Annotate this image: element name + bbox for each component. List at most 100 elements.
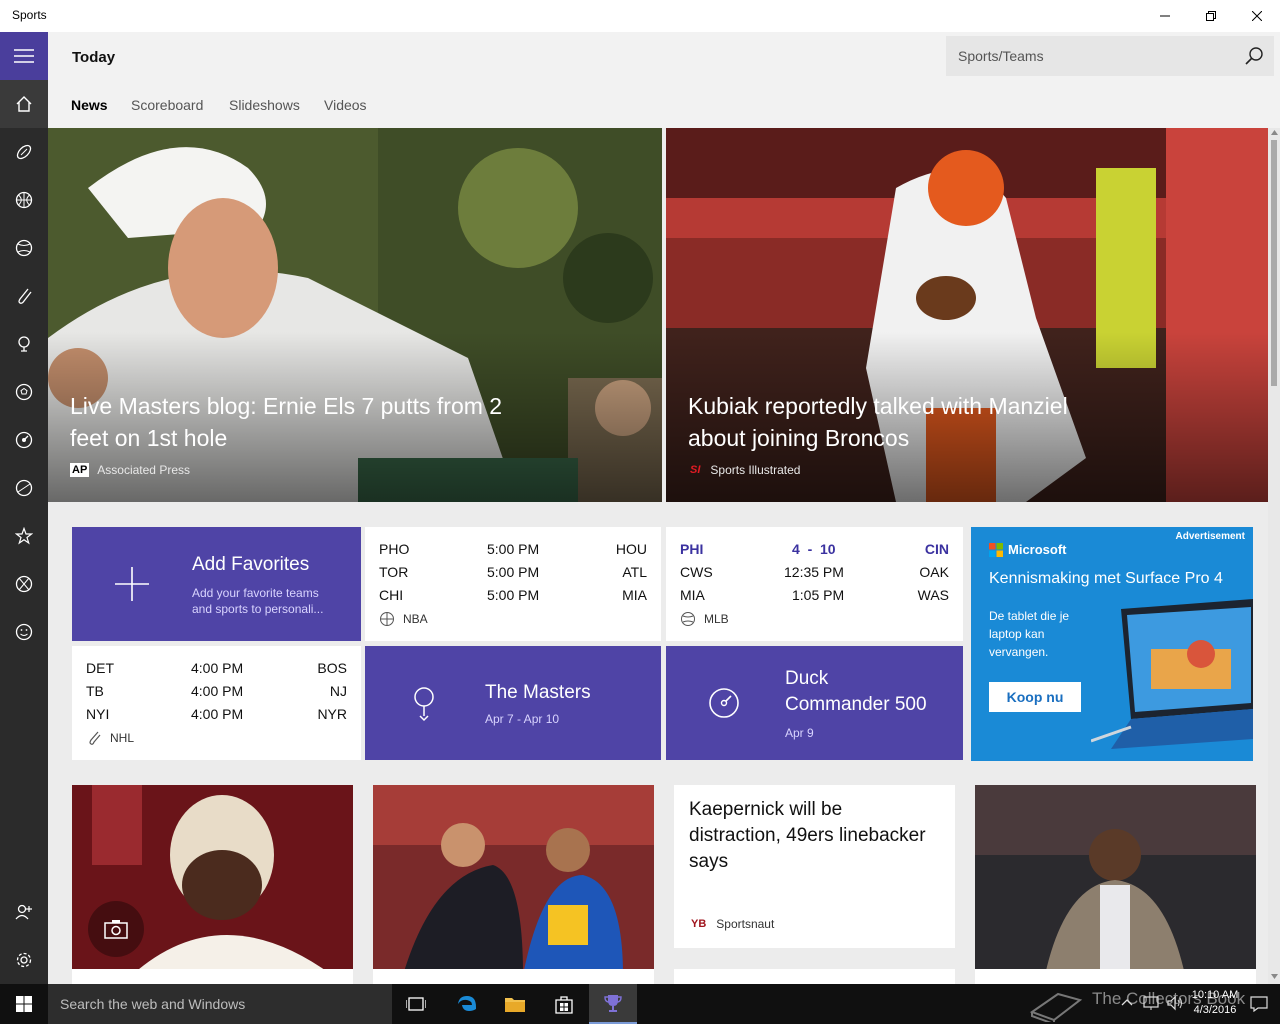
rail-item-basketball[interactable] — [0, 176, 48, 224]
story-card-footer — [975, 969, 1256, 984]
hero-source: AP Associated Press — [70, 462, 190, 478]
add-favorites-tile[interactable]: Add Favorites Add your favorite teams an… — [72, 527, 361, 641]
masters-title: The Masters — [485, 682, 591, 703]
rail-item-account[interactable] — [0, 888, 48, 936]
rail-item-settings[interactable] — [0, 936, 48, 984]
hero-story-masters[interactable]: Live Masters blog: Ernie Els 7 putts fro… — [48, 128, 662, 502]
store-button[interactable] — [540, 984, 588, 1024]
baseball-icon — [15, 239, 33, 257]
favorites-subtitle: Add your favorite teams and sports to pe… — [192, 586, 324, 616]
folder-icon — [505, 998, 525, 1012]
edge-icon — [458, 996, 476, 1011]
soccer-icon — [15, 383, 33, 401]
search-box[interactable]: Sports/Teams — [946, 36, 1274, 76]
close-button[interactable] — [1234, 0, 1280, 32]
rail-item-golf[interactable] — [0, 320, 48, 368]
rail-item-favorites[interactable] — [0, 512, 48, 560]
clock[interactable]: 10:10 AM 4/3/2016 — [1190, 984, 1240, 1024]
mlb-scores-tile[interactable]: PHI 4 - 10 CIN CWS 12:35 PM OAK MIA 1:05 PM WA… — [666, 527, 963, 641]
story-card-next — [674, 969, 955, 984]
scroll-up-icon[interactable] — [1271, 130, 1278, 135]
story-photo-warriors[interactable] — [373, 785, 654, 975]
coach-photo — [975, 785, 1256, 975]
story-photo-coach[interactable] — [975, 785, 1256, 975]
score-row: PHO 5:00 PM HOU — [379, 541, 647, 557]
taskbar: Search the web and Windows The Collector… — [0, 984, 1280, 1024]
story-photo-football[interactable] — [72, 785, 353, 975]
star-icon — [15, 527, 33, 545]
taskbar-search-input[interactable]: Search the web and Windows — [60, 996, 245, 1012]
ad-brand: Microsoft — [1008, 542, 1067, 557]
hero-headline[interactable]: Live Masters blog: Ernie Els 7 putts fro… — [70, 390, 530, 454]
restore-button[interactable] — [1188, 0, 1234, 32]
sports-app-button[interactable] — [589, 984, 637, 1024]
home-icon — [16, 96, 32, 112]
smiley-icon — [15, 623, 33, 641]
baseball-icon — [681, 612, 695, 626]
nhl-scores-tile[interactable]: DET 4:00 PM BOS TB 4:00 PM NJ NYI 4:00 PM NYR … — [72, 646, 361, 760]
ad-cta-button[interactable]: Koop nu — [989, 682, 1081, 712]
tab-news[interactable]: News — [71, 97, 108, 113]
search-icon[interactable] — [1244, 46, 1264, 66]
hockey-icon — [18, 288, 32, 304]
volume-icon[interactable] — [1166, 995, 1184, 1011]
league-label: MLB — [680, 611, 729, 627]
score-row: MIA 1:05 PM WAS — [680, 587, 949, 603]
scroll-thumb[interactable] — [1271, 140, 1277, 386]
chevron-up-icon[interactable] — [1121, 998, 1133, 1006]
scroll-down-icon[interactable] — [1271, 974, 1278, 979]
score-row: CHI 5:00 PM MIA — [379, 587, 647, 603]
duck-date: Apr 9 — [785, 726, 814, 740]
nba-scores-tile[interactable]: PHO 5:00 PM HOU TOR 5:00 PM ATL CHI 5:00 PM MI… — [365, 527, 661, 641]
story-card-footer — [72, 969, 353, 984]
rail-item-tennis[interactable] — [0, 464, 48, 512]
rail-item-football[interactable] — [0, 128, 48, 176]
rail-item-nascar[interactable] — [0, 416, 48, 464]
tab-scoreboard[interactable]: Scoreboard — [131, 97, 203, 113]
story-kaepernick[interactable]: Kaepernick will be distraction, 49ers li… — [674, 785, 955, 948]
rail-item-fantasy[interactable] — [0, 608, 48, 656]
store-bag-icon — [555, 996, 573, 1014]
ap-logo: AP — [70, 463, 90, 477]
minimize-icon — [1160, 15, 1170, 17]
news-feed: Live Masters blog: Ernie Els 7 putts fro… — [48, 128, 1280, 984]
score-row-live: PHI 4 - 10 CIN — [680, 541, 949, 557]
rail-item-baseball[interactable] — [0, 224, 48, 272]
hamburger-menu-button[interactable] — [0, 32, 48, 80]
microsoft-logo-icon — [989, 543, 1003, 557]
file-explorer-button[interactable] — [491, 984, 539, 1024]
taskbar-search-box[interactable]: Search the web and Windows — [48, 984, 392, 1024]
rail-item-all-sports[interactable] — [0, 560, 48, 608]
network-icon[interactable] — [1142, 995, 1160, 1011]
surface-ad[interactable]: Advertisement Microsoft Kennismaking met… — [971, 527, 1253, 761]
tab-videos[interactable]: Videos — [324, 97, 367, 113]
source-name: Sports Illustrated — [710, 463, 801, 477]
edge-browser-button[interactable] — [443, 984, 491, 1024]
golf-icon — [18, 336, 30, 352]
tab-slideshows[interactable]: Slideshows — [229, 97, 300, 113]
vertical-scrollbar[interactable] — [1268, 128, 1280, 984]
rail-item-soccer[interactable] — [0, 368, 48, 416]
page-title: Today — [72, 49, 116, 66]
golf-icon — [414, 687, 434, 722]
score-row: NYI 4:00 PM NYR — [86, 706, 347, 722]
masters-event-tile[interactable]: The Masters Apr 7 - Apr 10 — [365, 646, 661, 760]
favorites-title: Add Favorites — [192, 554, 310, 575]
start-button[interactable] — [0, 984, 48, 1024]
windows-logo-icon — [16, 996, 32, 1012]
ad-label: Advertisement — [1175, 531, 1245, 542]
rail-item-hockey[interactable] — [0, 272, 48, 320]
surface-device-image — [1091, 599, 1253, 749]
hero-story-kubiak[interactable]: Kubiak reportedly talked with Manziel ab… — [666, 128, 1268, 502]
hero-headline[interactable]: Kubiak reportedly talked with Manziel ab… — [688, 390, 1108, 454]
task-view-button[interactable] — [392, 984, 440, 1024]
notifications-icon[interactable] — [1250, 996, 1268, 1012]
minimize-button[interactable] — [1142, 0, 1188, 32]
basketball-icon — [380, 612, 394, 626]
duck-title-line2: Commander 500 — [785, 694, 927, 715]
duck-commander-event-tile[interactable]: Duck Commander 500 Apr 9 — [666, 646, 963, 760]
search-input[interactable]: Sports/Teams — [958, 48, 1044, 64]
warriors-photo — [373, 785, 654, 975]
rail-item-home[interactable] — [0, 80, 48, 128]
page-header: Today News Scoreboard Slideshows Videos … — [48, 32, 1280, 128]
